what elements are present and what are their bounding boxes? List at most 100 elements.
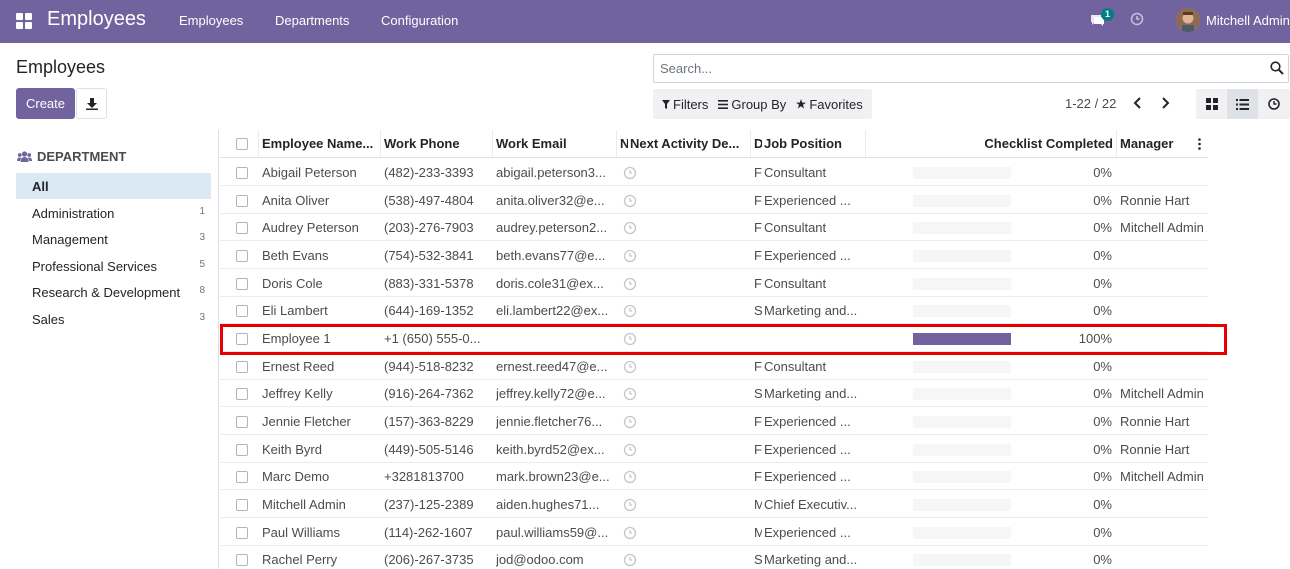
download-button[interactable] bbox=[76, 88, 107, 119]
activity-clock-icon[interactable] bbox=[623, 553, 637, 567]
row-checkbox[interactable] bbox=[236, 527, 248, 539]
activity-clock-icon[interactable] bbox=[623, 277, 637, 291]
cell-department: F bbox=[754, 442, 762, 457]
column-d[interactable]: D bbox=[754, 136, 762, 151]
menu-employees[interactable]: Employees bbox=[179, 13, 243, 28]
column-job-position[interactable]: Job Position bbox=[764, 136, 864, 151]
activity-clock-icon[interactable] bbox=[623, 304, 637, 318]
table-row[interactable]: Abigail Peterson (482)-233-3393 abigail.pe… bbox=[220, 159, 1208, 186]
sidebar-item-management[interactable]: Management 3 bbox=[16, 226, 211, 252]
cell-job-position: Experienced ... bbox=[764, 414, 851, 429]
row-checkbox[interactable] bbox=[236, 444, 248, 456]
activity-clock-icon[interactable] bbox=[623, 387, 637, 401]
menu-configuration[interactable]: Configuration bbox=[381, 13, 458, 28]
chevron-left-icon[interactable] bbox=[1131, 95, 1145, 111]
activity-clock-icon[interactable] bbox=[623, 470, 637, 484]
activity-clock-icon[interactable] bbox=[623, 526, 637, 540]
row-checkbox[interactable] bbox=[236, 471, 248, 483]
cell-employee-name: Jennie Fletcher bbox=[262, 414, 351, 429]
search-input[interactable] bbox=[654, 55, 1254, 82]
select-all-checkbox[interactable] bbox=[236, 138, 248, 150]
row-checkbox[interactable] bbox=[236, 167, 248, 179]
activity-clock-icon[interactable] bbox=[623, 443, 637, 457]
row-checkbox[interactable] bbox=[236, 250, 248, 262]
sidebar-item-sales[interactable]: Sales 3 bbox=[16, 306, 211, 332]
column-work-phone[interactable]: Work Phone bbox=[384, 136, 490, 151]
row-checkbox[interactable] bbox=[236, 361, 248, 373]
row-checkbox[interactable] bbox=[236, 388, 248, 400]
cell-employee-name: Doris Cole bbox=[262, 276, 323, 291]
cell-work-email: ernest.reed47@e... bbox=[496, 359, 608, 374]
chevron-right-icon[interactable] bbox=[1158, 95, 1172, 111]
kanban-view-button[interactable] bbox=[1196, 89, 1227, 119]
activity-clock-icon[interactable] bbox=[623, 360, 637, 374]
table-row[interactable]: Doris Cole (883)-331-5378 doris.cole31@ex.… bbox=[220, 270, 1208, 297]
pager-value[interactable]: 1-22 / 22 bbox=[1065, 96, 1116, 111]
user-avatar[interactable] bbox=[1176, 8, 1200, 32]
cell-checklist-percent: 0% bbox=[1093, 248, 1112, 263]
cell-employee-name: Abigail Peterson bbox=[262, 165, 357, 180]
sidebar-item-administration[interactable]: Administration 1 bbox=[16, 200, 211, 226]
column-employee-name[interactable]: Employee Name... bbox=[262, 136, 378, 151]
cell-employee-name: Beth Evans bbox=[262, 248, 329, 263]
activity-clock-icon[interactable] bbox=[623, 221, 637, 235]
sidebar-item-professional-services[interactable]: Professional Services 5 bbox=[16, 253, 211, 279]
search-icon[interactable] bbox=[1270, 61, 1284, 75]
activity-clock-icon[interactable] bbox=[623, 415, 637, 429]
row-checkbox[interactable] bbox=[236, 305, 248, 317]
table-row[interactable]: Keith Byrd (449)-505-5146 keith.byrd52@ex.… bbox=[220, 436, 1208, 463]
cell-work-email: aiden.hughes71... bbox=[496, 497, 600, 512]
row-checkbox[interactable] bbox=[236, 499, 248, 511]
cell-job-position: Experienced ... bbox=[764, 193, 851, 208]
table-row[interactable]: Ernest Reed (944)-518-8232 ernest.reed47@e… bbox=[220, 353, 1208, 380]
checklist-progress-bar bbox=[913, 305, 1011, 317]
table-row[interactable]: Mitchell Admin (237)-125-2389 aiden.hughes… bbox=[220, 491, 1208, 518]
table-row[interactable]: Rachel Perry (206)-267-3735 jod@odoo.com S M… bbox=[220, 546, 1208, 569]
table-row[interactable]: Anita Oliver (538)-497-4804 anita.oliver32… bbox=[220, 187, 1208, 214]
column-work-email[interactable]: Work Email bbox=[496, 136, 616, 151]
create-button[interactable]: Create bbox=[16, 88, 75, 119]
app-title[interactable]: Employees bbox=[47, 8, 146, 31]
sidebar-item-research-development[interactable]: Research & Development 8 bbox=[16, 279, 211, 305]
table-row[interactable]: Eli Lambert (644)-169-1352 eli.lambert22@e… bbox=[220, 297, 1208, 324]
activity-clock-icon[interactable] bbox=[623, 249, 637, 263]
favorites-button[interactable]: Favorites bbox=[791, 97, 867, 112]
checklist-progress-bar bbox=[913, 527, 1011, 539]
column-checklist-completed[interactable]: Checklist Completed bbox=[920, 136, 1113, 151]
cell-employee-name: Eli Lambert bbox=[262, 303, 328, 318]
sidebar-item-count: 5 bbox=[199, 259, 205, 270]
app-menu-icon[interactable] bbox=[16, 13, 32, 29]
row-checkbox[interactable] bbox=[236, 222, 248, 234]
row-checkbox[interactable] bbox=[236, 278, 248, 290]
activity-view-button[interactable] bbox=[1258, 89, 1289, 119]
filters-button[interactable]: Filters bbox=[657, 97, 713, 112]
table-row[interactable]: Jennie Fletcher (157)-363-8229 jennie.flet… bbox=[220, 408, 1208, 435]
row-checkbox[interactable] bbox=[236, 416, 248, 428]
column-n[interactable]: N bbox=[620, 136, 628, 151]
table-row[interactable]: Jeffrey Kelly (916)-264-7362 jeffrey.kelly… bbox=[220, 380, 1208, 407]
sidebar-item-all[interactable]: All bbox=[16, 173, 211, 199]
column-next-activity[interactable]: Next Activity De... bbox=[630, 136, 750, 151]
menu-departments[interactable]: Departments bbox=[275, 13, 349, 28]
cell-checklist-percent: 0% bbox=[1093, 469, 1112, 484]
column-options-icon[interactable] bbox=[1198, 138, 1201, 150]
user-name[interactable]: Mitchell Admin bbox=[1206, 13, 1290, 28]
search-options-bar: Filters Group By Favorites bbox=[653, 89, 872, 119]
activity-clock-icon[interactable] bbox=[623, 194, 637, 208]
sidebar-item-count: 3 bbox=[199, 312, 205, 323]
star-icon bbox=[796, 99, 807, 109]
table-row[interactable]: Marc Demo +3281813700 mark.brown23@e... F Ex… bbox=[220, 463, 1208, 490]
table-row[interactable]: Beth Evans (754)-532-3841 beth.evans77@e..… bbox=[220, 242, 1208, 269]
table-row[interactable]: Paul Williams (114)-262-1607 paul.williams… bbox=[220, 519, 1208, 546]
groupby-button[interactable]: Group By bbox=[713, 97, 791, 112]
row-checkbox[interactable] bbox=[236, 554, 248, 566]
table-row[interactable]: Audrey Peterson (203)-276-7903 audrey.pete… bbox=[220, 214, 1208, 241]
column-manager[interactable]: Manager bbox=[1120, 136, 1190, 151]
row-checkbox[interactable] bbox=[236, 195, 248, 207]
activity-clock-icon[interactable] bbox=[1130, 12, 1144, 26]
activity-clock-icon[interactable] bbox=[623, 166, 637, 180]
list-bars-icon bbox=[718, 99, 729, 109]
list-view-button[interactable] bbox=[1227, 89, 1258, 119]
activity-clock-icon[interactable] bbox=[623, 498, 637, 512]
download-icon bbox=[85, 97, 98, 110]
